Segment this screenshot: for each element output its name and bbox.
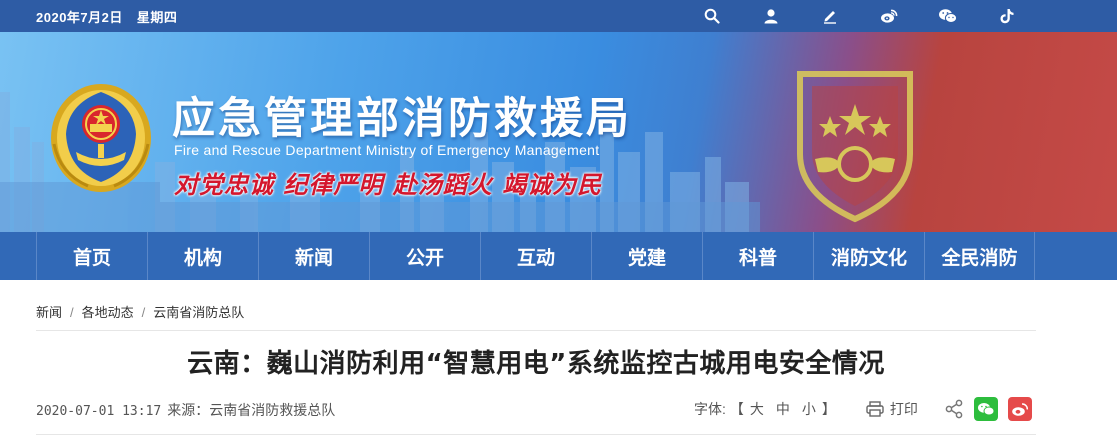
- bracket-close: 】: [821, 401, 836, 417]
- printer-icon: [866, 401, 884, 417]
- bracket-open: 【: [729, 401, 744, 417]
- font-size-medium-button[interactable]: 中: [776, 399, 790, 419]
- breadcrumb-local-news[interactable]: 各地动态: [82, 305, 134, 320]
- article-source: 来源：云南省消防救援总队: [167, 402, 336, 418]
- main-nav: 首页 机构 新闻 公开 互动 党建 科普 消防文化 全民消防: [0, 232, 1117, 280]
- edit-icon[interactable]: [818, 4, 842, 28]
- nav-item-public-fire-safety[interactable]: 全民消防: [924, 232, 1035, 280]
- tiktok-icon[interactable]: [995, 4, 1019, 28]
- nav-item-party[interactable]: 党建: [591, 232, 702, 280]
- divider: [36, 434, 1036, 435]
- publish-time: 2020-07-01 13:17: [36, 404, 162, 419]
- user-icon[interactable]: [759, 4, 783, 28]
- wechat-icon[interactable]: [936, 4, 960, 28]
- site-title: 应急管理部消防救援局: [172, 94, 632, 144]
- date-text: 2020年7月2日: [36, 10, 123, 25]
- share-icon[interactable]: [944, 399, 964, 419]
- nav-item-science[interactable]: 科普: [702, 232, 813, 280]
- top-bar: 2020年7月2日 星期四: [0, 0, 1117, 32]
- article-tools: 字体: 【 大 中 小 】 打印: [694, 397, 1032, 421]
- print-label: 打印: [889, 401, 918, 417]
- fire-rescue-badge-graphic: [797, 71, 913, 223]
- fire-rescue-emblem: [51, 84, 151, 192]
- nav-item-home[interactable]: 首页: [36, 232, 147, 280]
- share-weibo-icon[interactable]: [1007, 397, 1032, 421]
- font-size-small-button[interactable]: 小: [802, 399, 816, 419]
- breadcrumb-news[interactable]: 新闻: [36, 305, 62, 320]
- date-display: 2020年7月2日 星期四: [36, 7, 191, 26]
- nav-item-public[interactable]: 公开: [369, 232, 480, 280]
- top-icons: [700, 4, 1054, 28]
- search-icon[interactable]: [700, 4, 724, 28]
- print-button[interactable]: 打印: [866, 399, 918, 419]
- article-meta: 2020-07-01 13:17 来源：云南省消防救援总队: [36, 400, 335, 420]
- weekday-text: 星期四: [136, 10, 178, 25]
- site-subtitle-english: Fire and Rescue Department Ministry of E…: [174, 142, 600, 158]
- nav-item-fire-culture[interactable]: 消防文化: [813, 232, 924, 280]
- weibo-icon[interactable]: [877, 4, 901, 28]
- font-size-large-button[interactable]: 大: [750, 399, 764, 419]
- site-slogan: 对党忠诚 纪律严明 赴汤蹈火 竭诚为民: [174, 170, 603, 199]
- header-banner: 应急管理部消防救援局 Fire and Rescue Department Mi…: [0, 32, 1117, 232]
- nav-item-news[interactable]: 新闻: [258, 232, 369, 280]
- nav-item-interaction[interactable]: 互动: [480, 232, 591, 280]
- breadcrumb: 新闻 / 各地动态 / 云南省消防总队: [36, 302, 244, 321]
- font-size-label: 字体:: [694, 401, 726, 417]
- article-title: 云南：巍山消防利用“智慧用电”系统监控古城用电安全情况: [187, 349, 885, 379]
- breadcrumb-yunnan-corps[interactable]: 云南省消防总队: [153, 305, 244, 320]
- breadcrumb-separator: /: [141, 305, 146, 320]
- nav-item-organization[interactable]: 机构: [147, 232, 258, 280]
- divider: [36, 330, 1036, 331]
- share-wechat-icon[interactable]: [973, 397, 998, 421]
- breadcrumb-separator: /: [70, 305, 74, 320]
